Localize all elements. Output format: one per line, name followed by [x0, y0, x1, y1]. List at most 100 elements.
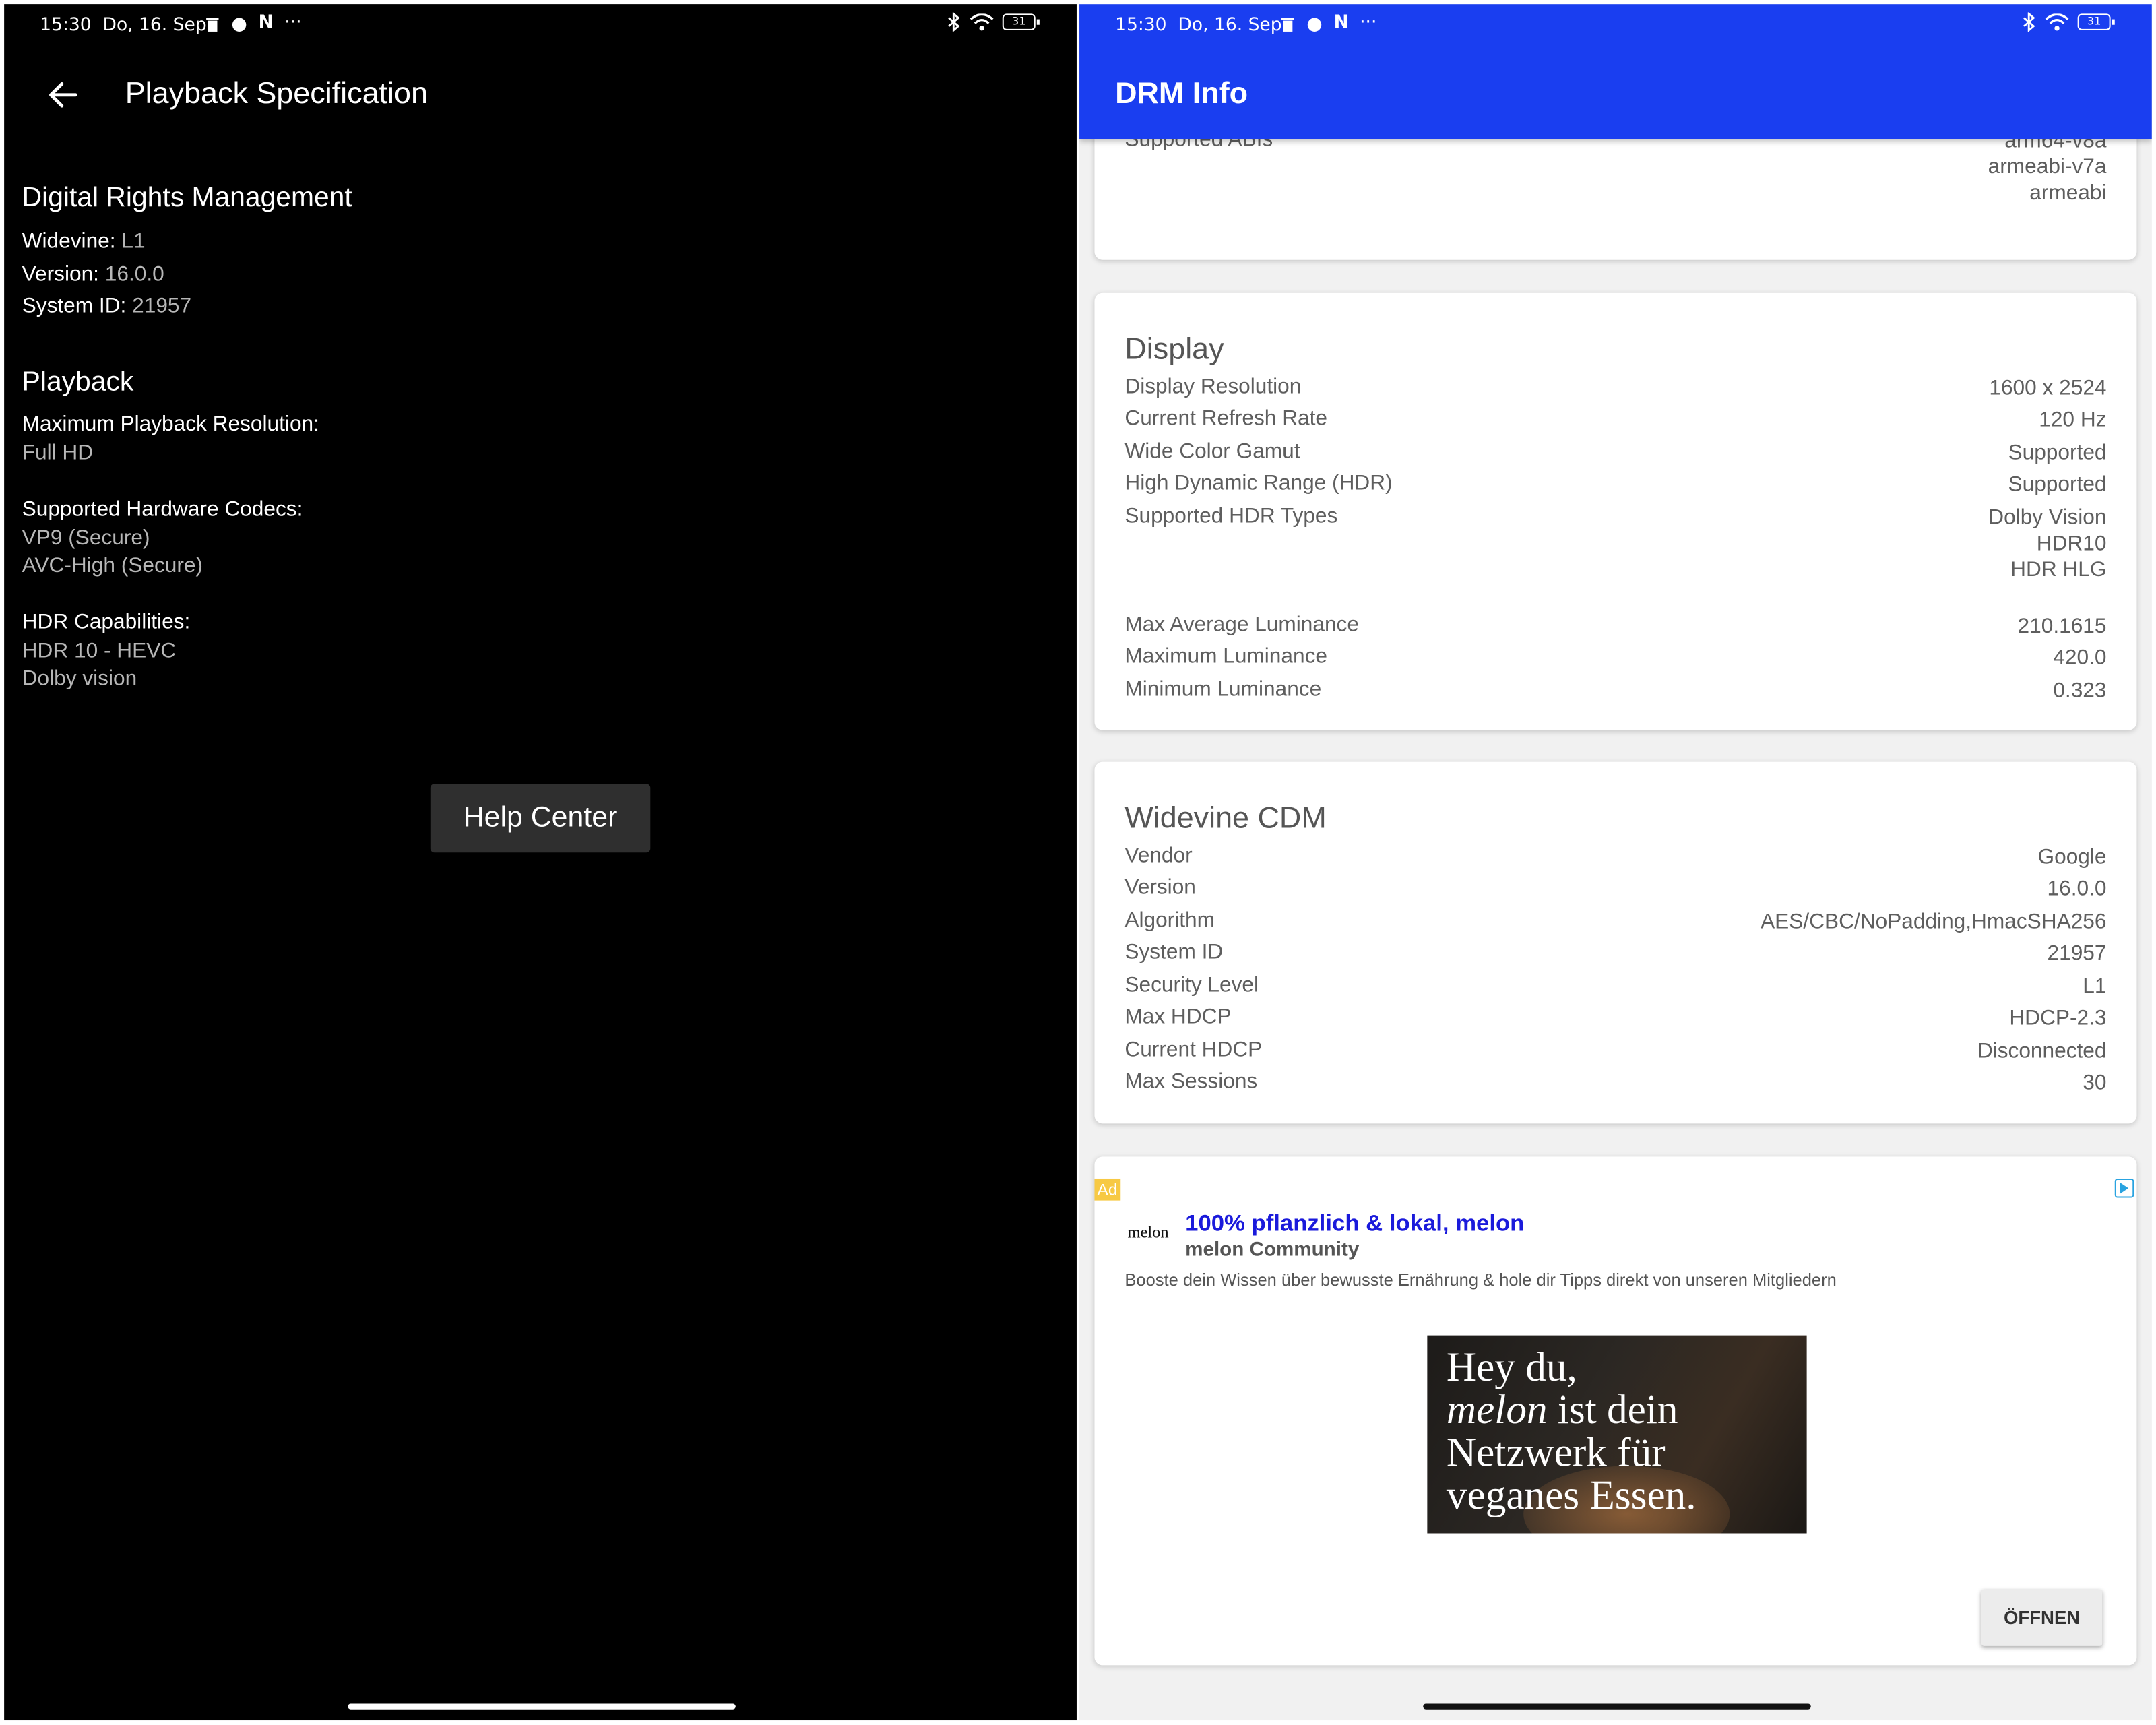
ad-image[interactable]: Hey du, melon ist dein Netzwerk für vega…	[1427, 1335, 1807, 1534]
max-resolution-value: Full HD	[22, 441, 94, 465]
system-id-label: System ID:	[22, 294, 127, 318]
more-notifications-icon: ···	[284, 12, 302, 33]
hdr-label: HDR Capabilities:	[22, 610, 191, 634]
netflix-n-icon: N	[258, 12, 274, 33]
row-value: 420.0	[2053, 646, 2107, 670]
trash-icon	[206, 17, 219, 31]
row-label: Supported HDR Types	[1124, 504, 1338, 528]
ad-image-text: melon ist dein	[1447, 1389, 1678, 1431]
row-label: Max Sessions	[1124, 1069, 1258, 1094]
more-notifications-icon: ···	[1360, 12, 1377, 33]
ad-image-text-rest: ist dein	[1547, 1387, 1678, 1433]
hdr-type: Dolby Vision	[1988, 506, 2107, 530]
status-time: 15:30 Do, 16. Sep	[40, 15, 207, 36]
help-center-button[interactable]: Help Center	[430, 784, 651, 853]
drm-section: Digital Rights Management Widevine: L1 V…	[22, 183, 352, 322]
page-title: Playback Specification	[125, 75, 428, 111]
drm-info-screen: 15:30 Do, 16. Sep N ··· 31 DRM Info Supp…	[1079, 4, 2152, 1721]
ad-image-text: Netzwerk für	[1446, 1430, 1666, 1476]
version-value: 16.0.0	[104, 261, 164, 286]
widevine-card-title: Widevine CDM	[1124, 800, 1327, 835]
row-label: Minimum Luminance	[1124, 678, 1322, 701]
row-value: 0.323	[2053, 679, 2107, 703]
ad-open-button[interactable]: ÖFFNEN	[1981, 1590, 2103, 1646]
ad-card[interactable]: Ad melon 100% pflanzlich & lokal, melon …	[1094, 1156, 2137, 1666]
netflix-playback-spec-screen: 15:30 Do, 16. Sep N ··· 31 Playback Spec…	[4, 4, 1077, 1721]
version-row: Version: 16.0.0	[22, 258, 352, 290]
tomato-icon	[1307, 17, 1322, 31]
abi-value: armeabi-v7a	[1988, 155, 2107, 179]
status-date: Do, 16. Sep	[1178, 15, 1282, 36]
advertiser-logo[interactable]: melon	[1127, 1222, 1168, 1243]
ad-image-text: veganes Essen.	[1446, 1472, 1697, 1519]
max-resolution-label: Maximum Playback Resolution:	[22, 412, 319, 436]
row-value: 16.0.0	[2047, 877, 2107, 901]
row-label: Security Level	[1124, 973, 1259, 997]
drm-section-title: Digital Rights Management	[22, 183, 352, 214]
row-value: L1	[2083, 974, 2107, 999]
abi-value: armeabi	[2029, 181, 2107, 206]
ad-advertiser: melon Community	[1185, 1238, 1360, 1261]
hdr-item: Dolby vision	[22, 666, 137, 691]
status-clock: 15:30	[40, 15, 92, 36]
notification-icons: N ···	[205, 12, 302, 33]
row-value: Google	[2037, 846, 2107, 869]
hdr-type: HDR HLG	[2010, 558, 2107, 582]
widevine-label: Widevine:	[22, 229, 116, 253]
ad-choices-icon[interactable]	[2114, 1178, 2134, 1198]
row-label: Display Resolution	[1124, 375, 1302, 399]
system-id-value: 21957	[132, 294, 192, 318]
row-label: Current HDCP	[1124, 1038, 1263, 1062]
wifi-icon	[970, 13, 994, 30]
status-date: Do, 16. Sep	[102, 15, 207, 36]
bluetooth-icon	[948, 12, 960, 32]
row-label: Algorithm	[1124, 908, 1215, 933]
widevine-cdm-card: Widevine CDM Vendor Google Version 16.0.0 …	[1094, 761, 2137, 1124]
screenshot-frame: 15:30 Do, 16. Sep N ··· 31 Playback Spec…	[0, 0, 2156, 1725]
tomato-icon	[232, 17, 247, 31]
row-label: System ID	[1124, 940, 1224, 964]
home-indicator[interactable]	[348, 1703, 736, 1710]
row-value: Disconnected	[1977, 1039, 2107, 1063]
status-clock: 15:30	[1115, 15, 1167, 36]
row-label: Maximum Luminance	[1124, 645, 1328, 668]
codec-item: VP9 (Secure)	[22, 526, 150, 551]
home-indicator[interactable]	[1423, 1703, 1811, 1710]
row-value: HDCP-2.3	[2009, 1006, 2107, 1030]
battery-icon: 31	[1002, 13, 1040, 30]
row-label: High Dynamic Range (HDR)	[1124, 471, 1393, 495]
wifi-icon	[2045, 13, 2069, 30]
row-value: 210.1615	[2017, 615, 2107, 638]
codecs-label: Supported Hardware Codecs:	[22, 497, 303, 522]
row-value: Dolby Vision HDR10 HDR HLG	[1988, 505, 2106, 583]
abis-values: arm64-v8a armeabi-v7a armeabi	[1988, 128, 2107, 206]
netflix-n-icon: N	[1333, 12, 1349, 33]
row-value: Supported	[2008, 473, 2107, 497]
row-value: 30	[2083, 1071, 2107, 1095]
row-label: Current Refresh Rate	[1124, 407, 1328, 431]
row-label: Max HDCP	[1124, 1005, 1232, 1029]
row-label: Version	[1124, 875, 1196, 900]
battery-icon: 31	[2077, 13, 2115, 30]
display-card: Display Display Resolution 1600 x 2524 Cu…	[1094, 292, 2137, 730]
row-label: Wide Color Gamut	[1124, 440, 1300, 464]
system-icons: 31	[947, 12, 1040, 32]
status-time: 15:30 Do, 16. Sep	[1115, 15, 1282, 36]
display-card-title: Display	[1124, 331, 1224, 366]
ad-headline[interactable]: 100% pflanzlich & lokal, melon	[1185, 1210, 1524, 1238]
row-value: 21957	[2047, 941, 2107, 966]
notification-icons: N ···	[1280, 12, 1376, 33]
version-label: Version:	[22, 261, 99, 286]
ad-image-text: Hey du,	[1446, 1344, 1577, 1391]
back-arrow-icon[interactable]	[45, 77, 81, 113]
ad-image-italic-text: melon	[1446, 1387, 1548, 1433]
row-label: Vendor	[1124, 844, 1193, 868]
row-value: 120 Hz	[2039, 408, 2107, 432]
codec-item: AVC-High (Secure)	[22, 554, 203, 578]
row-label: Max Average Luminance	[1124, 613, 1359, 637]
trash-icon	[1281, 17, 1294, 31]
app-title: DRM Info	[1115, 75, 1248, 111]
row-value: 1600 x 2524	[1989, 377, 2107, 400]
widevine-value: L1	[121, 229, 146, 253]
system-icons: 31	[2023, 12, 2115, 32]
